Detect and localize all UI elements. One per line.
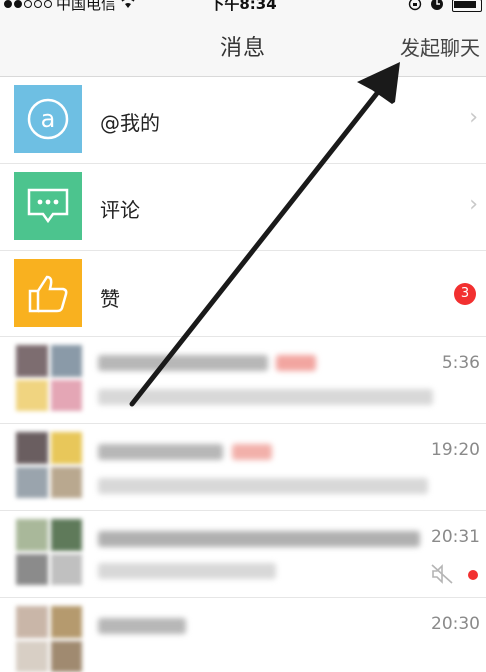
entry-label: @我的 — [100, 111, 160, 135]
entry-label: 赞 — [100, 287, 120, 311]
message-preview — [98, 478, 428, 494]
conversation-row[interactable]: 20:31 — [0, 511, 486, 598]
group-avatar — [16, 345, 82, 411]
rotation-lock-icon — [408, 0, 422, 13]
message-time: 20:31 — [431, 527, 480, 547]
alarm-icon — [430, 0, 444, 13]
status-bar: 中国电信 下午8:34 — [0, 0, 486, 14]
group-avatar — [16, 432, 82, 498]
message-time: 19:20 — [431, 440, 480, 460]
battery-icon — [452, 0, 482, 12]
group-avatar — [16, 606, 82, 672]
message-preview — [98, 389, 433, 405]
conversation-row[interactable]: 5:36 — [0, 337, 486, 424]
conversation-name — [98, 618, 186, 634]
conversation-name — [98, 355, 268, 371]
message-preview — [98, 563, 276, 579]
chevron-right-icon: › — [469, 105, 478, 130]
svg-text:a: a — [41, 105, 56, 133]
conversation-row[interactable]: 20:30 — [0, 598, 486, 672]
nav-bar: 消息 发起聊天 — [0, 14, 486, 77]
group-tag — [232, 444, 272, 460]
entry-mentions[interactable]: a @我的 › — [0, 77, 486, 164]
group-tag — [276, 355, 316, 371]
message-time: 20:30 — [431, 614, 480, 634]
entry-comments[interactable]: 评论 › — [0, 164, 486, 251]
at-icon: a — [14, 85, 82, 153]
conversation-row[interactable]: 19:20 — [0, 424, 486, 511]
unread-badge: 3 — [454, 283, 476, 305]
conversation-name — [98, 531, 420, 547]
message-time: 5:36 — [441, 353, 480, 373]
unread-dot — [468, 570, 478, 580]
mute-icon — [430, 563, 454, 585]
group-avatar — [16, 519, 82, 585]
chevron-right-icon: › — [469, 192, 478, 217]
conversation-name — [98, 444, 223, 460]
comment-icon — [14, 172, 82, 240]
start-chat-button[interactable]: 发起聊天 — [400, 32, 480, 61]
entry-likes[interactable]: 赞 3 — [0, 251, 486, 337]
entry-label: 评论 — [100, 198, 140, 222]
thumbs-up-icon — [14, 259, 82, 327]
